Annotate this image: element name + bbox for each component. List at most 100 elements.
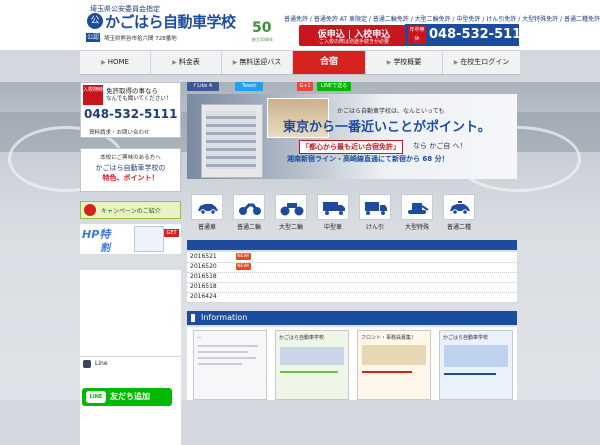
section-marker-icon [191,314,195,322]
text-line [444,373,496,375]
chevron-right-icon: ▶ [453,59,459,66]
trailer-icon [359,194,391,220]
special-vehicle-icon [401,194,433,220]
chevron-right-icon: ▶ [386,59,392,66]
vehicle-special[interactable]: 大型特殊 [397,194,437,234]
vehicle-medium-truck[interactable]: 中型車 [313,194,353,234]
hero-banner[interactable]: かごはら自動車学校は、なんといっても 東京から一番近いことがポイント。 「都心か… [187,94,517,179]
line-section-label: Line [95,360,108,367]
features-banner[interactable]: 本校にご興味のある方へ かごはら自動車学校の 特色、ポイント！ [80,148,181,192]
text-line [198,363,242,365]
info-card-title: かごはら自動車学校 [279,335,325,341]
line-section-header: Line [80,356,181,371]
taxi-icon [443,194,475,220]
chevron-right-icon: ▶ [232,59,238,66]
vehicle-trailer[interactable]: けん引 [355,194,395,234]
motorcycle-icon [233,194,265,220]
open-every-day-badge: 年中無休 [408,26,426,44]
nav-free-bus[interactable]: ▶ 無料送迎バス [222,51,293,74]
contact-phone: 048-532-5111 [84,107,178,121]
nav-label: 在校生ログイン [460,58,510,66]
info-card-image [444,345,508,367]
vehicle-label: けん引 [365,224,384,231]
line-logo-icon: LINE [86,391,106,403]
car-icon [191,194,223,220]
info-card[interactable]: ... [193,330,267,400]
news-item[interactable]: 2016424 [187,292,517,303]
admission-ribbon: 入校随時 [83,85,103,105]
contact-card[interactable]: 入校随時 免許取得の事なら なんでも聞いてください！ 048-532-5111 … [80,82,181,138]
vehicle-label: 普通二輪 [236,224,261,231]
chevron-right-icon: ▶ [101,59,106,66]
nav-label: 合宿 [319,57,338,67]
main-nav: ▶ HOME ▶ 料金表 ▶ 無料送迎バス 合宿 ▶ 学校概要 ▶ 在校生ログイン [80,50,520,75]
hero-headline: 東京から一番近いことがポイント。 [283,120,491,135]
text-line [198,357,256,359]
info-card-title: かごはら自動車学校 [443,335,489,341]
course-list: 普通免許 / 普通免許 AT 車限定 / 普通二輪免許 / 大型二輪免許 / 中… [284,16,600,23]
features-line-3: 特色、ポイント！ [102,174,159,182]
enroll-button[interactable]: 仮申込 | 入校申込 ご入校の際は別途手続きが必要 [299,25,409,46]
main-content: f Like 4 Tweet G+1 LINEで送る かごはら自動車学校は、なん… [187,82,520,400]
site-header: 埼玉県公安委員会指定 公 かごはら自動車学校 公認 埼玉県熊谷市拾六間 728番… [0,0,600,50]
certified-tag: 公認 [86,33,100,42]
campaign-icon [84,204,96,216]
school-address: 埼玉県熊谷市拾六間 728番地 [104,36,177,42]
nav-label: 料金表 [178,58,200,66]
features-line-1: 本校にご興味のある方へ [100,155,161,161]
line-add-friend-button[interactable]: LINE 友だち追加 [82,388,172,406]
line-icon [83,360,91,368]
new-badge: NEW! [236,263,251,270]
left-sidebar: 入校随時 免許取得の事なら なんでも聞いてください！ 048-532-5111 … [80,82,181,445]
campaign-banner[interactable]: キャンペーンのご紹介 [80,201,181,219]
information-cards: ... かごはら自動車学校 フロント・事務員募集！ かごはら自動車学校 [187,327,517,400]
text-line [362,371,412,373]
info-card[interactable]: かごはら自動車学校 [439,330,513,400]
hp-discount-banner[interactable]: HP特 割 GET [80,224,181,254]
news-date: 2016518 [190,273,217,280]
vehicle-label: 大型二輪 [278,224,303,231]
vehicle-motorcycle[interactable]: 普通二輪 [229,194,269,234]
vehicle-category-row: 普通車 普通二輪 大型二輪 中型車 けん引 大型特殊 普通二種 [187,194,517,234]
anniversary-sub: 創立50周年 [252,37,274,42]
anniversary-badge: 50 創立50周年 [252,20,284,42]
google-plus-button[interactable]: G+1 [297,82,313,91]
nav-camp[interactable]: 合宿 [293,51,366,74]
nav-label: HOME [107,58,129,66]
contact-line-2: なんでも聞いてください！ [106,96,172,102]
vehicle-taxi[interactable]: 普通二種 [439,194,479,234]
line-share-button[interactable]: LINEで送る [317,82,351,91]
nav-home[interactable]: ▶ HOME [80,51,151,74]
medium-truck-icon [317,194,349,220]
vehicle-ordinary-car[interactable]: 普通車 [187,194,227,234]
header-phone-number: 048-532-5111 [429,27,531,42]
news-header-bar [187,240,517,250]
text-line [198,345,258,347]
vehicle-large-motorcycle[interactable]: 大型二輪 [271,194,311,234]
header-phone[interactable]: 年中無休 048-532-5111 [405,24,530,46]
anniversary-number: 50 [252,20,272,36]
logo-badge-icon: 公 [87,13,103,29]
contact-request-link[interactable]: 資料請求・お問い合わせ [89,128,150,136]
hero-access: 湘南新宿ライン・高崎線直通にて新宿から 68 分！ [287,155,449,163]
tweet-button[interactable]: Tweet [235,82,263,91]
info-card[interactable]: かごはら自動車学校 [275,330,349,400]
features-line-2: かごはら自動車学校の [95,164,166,172]
text-line [280,371,338,373]
info-card-title: フロント・事務員募集！ [361,335,417,341]
right-gutter [520,82,600,400]
nav-student-login[interactable]: ▶ 在校生ログイン [443,51,520,74]
info-card[interactable]: フロント・事務員募集！ [357,330,431,400]
hero-tagline-2: なら かご自 へ！ [413,142,467,150]
facebook-like-button[interactable]: f Like 4 [187,82,219,91]
large-motorcycle-icon [275,194,307,220]
logo-strip: 公認 埼玉県熊谷市拾六間 728番地 [86,33,246,42]
nav-label: 無料送迎バス [239,58,282,66]
information-header: Information [187,311,517,325]
site-logo[interactable]: かごはら自動車学校 [105,11,236,32]
news-date: 2016518 [190,283,217,290]
news-list: 2016521 NEW! 2016520 NEW! 2016518 2016518 … [187,252,517,303]
nav-fees[interactable]: ▶ 料金表 [151,51,222,74]
nav-about[interactable]: ▶ 学校概要 [366,51,443,74]
news-date: 2016520 [190,263,217,270]
